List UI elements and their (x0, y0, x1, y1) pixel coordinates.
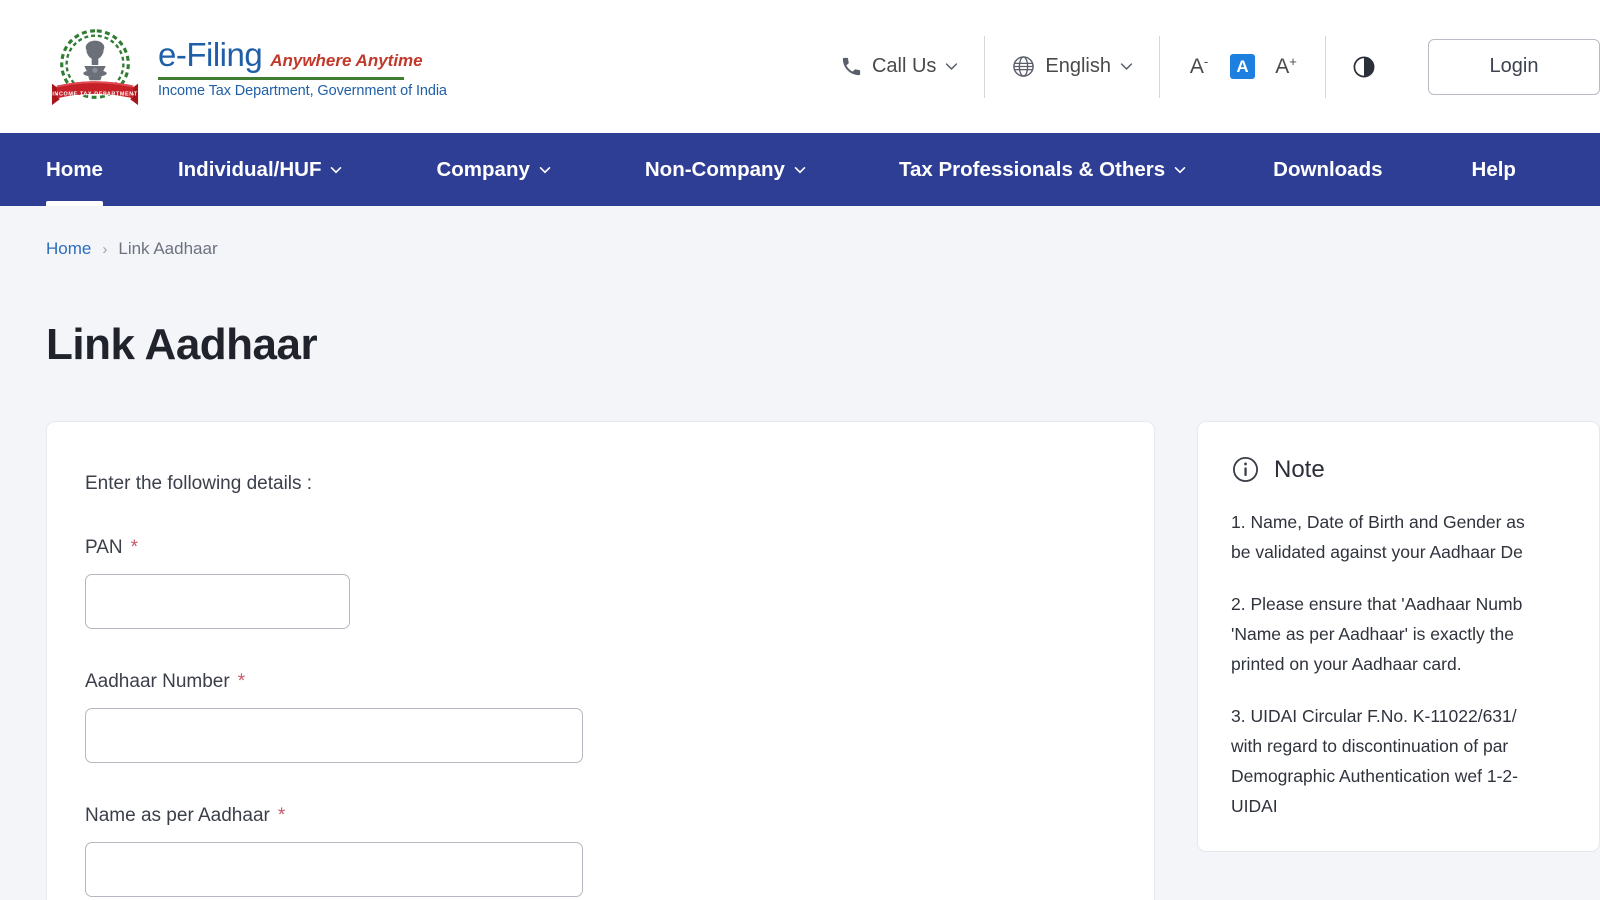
note-panel: Note 1. Name, Date of Birth and Gender a… (1197, 421, 1600, 852)
field-aadhaar-number: Aadhaar Number * (85, 671, 1116, 763)
field-name-as-per-aadhaar: Name as per Aadhaar * (85, 805, 1116, 897)
nav-item-company[interactable]: Company (436, 133, 551, 206)
nav-item-non-company[interactable]: Non-Company (645, 133, 806, 206)
aadhaar-label-row: Aadhaar Number * (85, 671, 1116, 693)
main-content: Enter the following details : PAN * Aadh… (0, 370, 1600, 900)
font-size-normal-button[interactable]: A (1230, 54, 1255, 79)
call-us-label: Call Us (871, 55, 937, 77)
language-selector[interactable]: English (1011, 54, 1133, 79)
nav-label: Downloads (1273, 157, 1383, 181)
chevron-down-icon (946, 63, 958, 70)
name-label-row: Name as per Aadhaar * (85, 805, 1116, 827)
header-actions: Call Us English A- A A + Login (840, 0, 1600, 133)
brand-text: e-Filing Anywhere Anytime Income Tax Dep… (158, 34, 447, 99)
header-divider-1 (984, 35, 986, 98)
contrast-icon (1353, 56, 1375, 77)
login-button[interactable]: Login (1428, 38, 1600, 95)
breadcrumb-separator: › (102, 240, 108, 258)
brand-efiling: e-Filing (158, 36, 263, 73)
note-title: Note (1274, 455, 1325, 483)
name-as-per-aadhaar-input[interactable] (85, 842, 583, 897)
font-size-increase-button[interactable]: A + (1273, 54, 1299, 80)
chevron-down-icon (1120, 63, 1133, 70)
login-label: Login (1489, 55, 1539, 77)
font-normal-letter: A (1236, 56, 1249, 76)
note-item: 3. UIDAI Circular F.No. K-11022/631/with… (1231, 706, 1518, 816)
header-divider-3 (1325, 35, 1326, 98)
globe-icon (1013, 56, 1035, 77)
nav-item-help[interactable]: Help (1472, 133, 1516, 206)
aadhaar-number-input[interactable] (85, 708, 583, 763)
chevron-down-icon (794, 166, 806, 173)
name-as-per-aadhaar-label: Name as per Aadhaar (85, 805, 270, 826)
chevron-down-icon (1174, 166, 1186, 173)
pan-label: PAN (85, 537, 123, 558)
page-title: Link Aadhaar (46, 320, 318, 369)
required-marker: * (237, 671, 246, 692)
nav-label: Company (436, 157, 530, 181)
nav-label: Home (46, 157, 103, 181)
note-item: 1. Name, Date of Birth and Gender as be v… (1231, 512, 1525, 562)
font-decrease-sign: - (1203, 54, 1209, 69)
brand-divider (158, 77, 404, 80)
nav-label: Individual/HUF (177, 157, 322, 181)
breadcrumb-current: Link Aadhaar (118, 239, 218, 258)
nav-item-individual-huf[interactable]: Individual/HUF (178, 133, 343, 206)
font-increase-letter: A (1275, 54, 1290, 78)
language-label: English (1045, 55, 1111, 77)
note-item: 2. Please ensure that 'Aadhaar Numb 'Name… (1231, 594, 1523, 674)
form-intro-text: Enter the following details : (85, 473, 313, 494)
font-size-controls: A- A A + (1186, 54, 1299, 80)
nav-label: Help (1471, 157, 1516, 181)
font-decrease-letter: A (1189, 54, 1204, 78)
font-size-decrease-button[interactable]: A- (1186, 54, 1212, 80)
link-aadhaar-form-card: Enter the following details : PAN * Aadh… (46, 421, 1155, 900)
brand-logo[interactable]: सत्यमेव जयते INCOME TAX DEPARTMENT e-Fil… (46, 21, 447, 113)
nav-item-tax-professionals-others[interactable]: Tax Professionals & Others (899, 133, 1186, 206)
info-circle-icon (1232, 456, 1259, 483)
nav-label: Non-Company (644, 157, 785, 181)
nav-label: Tax Professionals & Others (898, 157, 1166, 181)
field-pan: PAN * (85, 537, 1116, 629)
india-national-emblem-income-tax-logo-icon: सत्यमेव जयते INCOME TAX DEPARTMENT (51, 28, 139, 105)
header-divider-2 (1159, 35, 1160, 98)
required-marker: * (130, 537, 139, 558)
brand-department: Income Tax Department, Government of Ind… (158, 83, 447, 99)
svg-text:INCOME TAX DEPARTMENT: INCOME TAX DEPARTMENT (52, 91, 137, 97)
pan-input[interactable] (85, 574, 350, 629)
main-navigation: Home Individual/HUF Company Non-Company … (0, 133, 1600, 206)
chevron-down-icon (539, 166, 551, 173)
required-marker: * (277, 805, 286, 826)
pan-label-row: PAN * (85, 537, 1116, 559)
brand-tagline: Anywhere Anytime (270, 51, 423, 70)
note-header: Note (1231, 455, 1569, 484)
phone-icon (842, 57, 861, 76)
nav-item-home[interactable]: Home (46, 133, 103, 206)
call-us-button[interactable]: Call Us (840, 55, 958, 78)
breadcrumb-home-link[interactable]: Home (46, 239, 91, 259)
aadhaar-number-label: Aadhaar Number (85, 671, 230, 692)
contrast-toggle-button[interactable] (1352, 55, 1376, 79)
breadcrumb: Home › Link Aadhaar (0, 206, 1600, 259)
nav-item-downloads[interactable]: Downloads (1273, 133, 1382, 206)
font-increase-sign: + (1289, 54, 1297, 69)
chevron-down-icon (331, 166, 342, 173)
site-header: सत्यमेव जयते INCOME TAX DEPARTMENT e-Fil… (0, 0, 1600, 133)
